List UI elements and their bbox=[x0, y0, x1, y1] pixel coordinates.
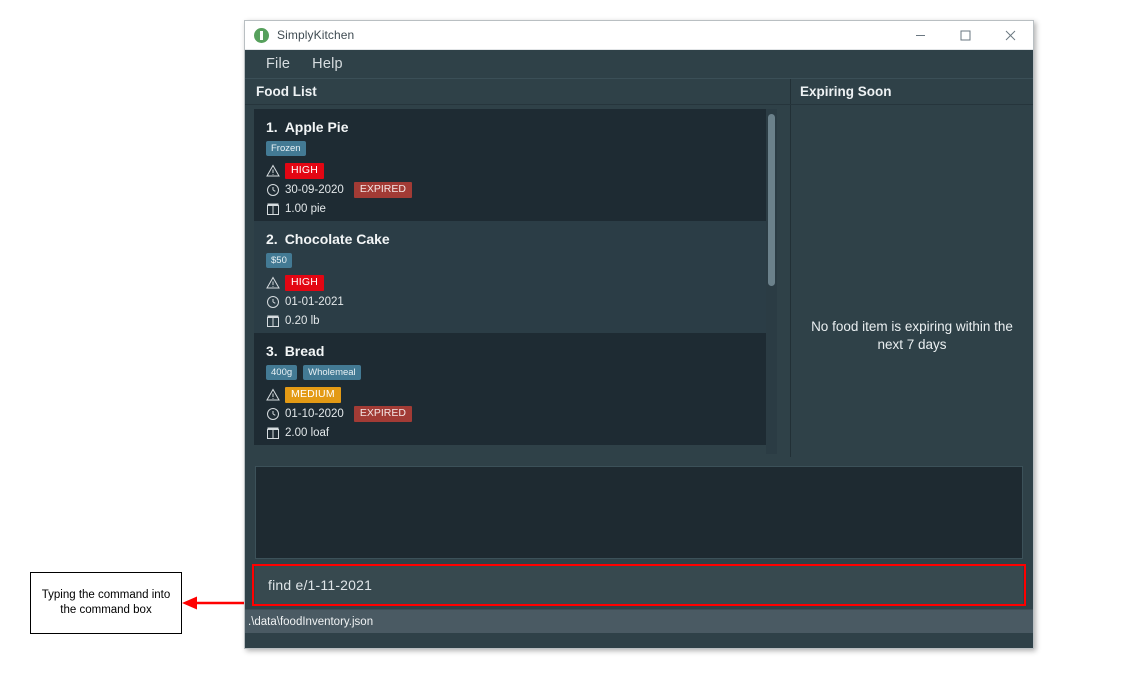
expiring-soon-empty-message: No food item is expiring within the next… bbox=[811, 318, 1013, 352]
panels-container: 1. Apple Pie Frozen HIGH 30-09-2020 EXPI… bbox=[245, 105, 1033, 457]
menu-item-help[interactable]: Help bbox=[303, 54, 352, 74]
food-item-index: 1. bbox=[266, 119, 278, 135]
warning-triangle-icon bbox=[266, 275, 280, 290]
app-logo-icon bbox=[254, 27, 269, 43]
tag: Wholemeal bbox=[303, 365, 361, 380]
food-item-index: 2. bbox=[266, 231, 278, 247]
food-item-date-row: 30-09-2020 EXPIRED bbox=[266, 181, 764, 198]
minimize-icon[interactable] bbox=[898, 21, 943, 49]
tag: 400g bbox=[266, 365, 298, 380]
tag: Frozen bbox=[266, 141, 306, 156]
food-list-panel: 1. Apple Pie Frozen HIGH 30-09-2020 EXPI… bbox=[245, 105, 791, 457]
quantity-value: 2.00 loaf bbox=[285, 426, 330, 439]
expiring-soon-header: Expiring Soon bbox=[800, 84, 892, 99]
food-item-name: Chocolate Cake bbox=[284, 231, 390, 247]
priority-badge: HIGH bbox=[285, 162, 325, 179]
close-icon[interactable] bbox=[988, 21, 1033, 49]
expiry-date: 01-10-2020 bbox=[285, 407, 344, 420]
result-display bbox=[255, 466, 1023, 559]
expiry-date: 01-01-2021 bbox=[285, 295, 344, 308]
panel-header-row: Food List Expiring Soon bbox=[245, 78, 1033, 105]
result-display-container bbox=[245, 457, 1033, 565]
menu-item-file[interactable]: File bbox=[257, 54, 299, 74]
status-bar: .\data\foodInventory.json bbox=[245, 609, 1033, 633]
quantity-value: 1.00 pie bbox=[285, 202, 326, 215]
food-item-title: 3. Bread bbox=[266, 343, 764, 359]
command-box-container: find e/1-11-2021 bbox=[245, 564, 1033, 609]
box-icon bbox=[266, 202, 280, 216]
list-item[interactable]: 1. Apple Pie Frozen HIGH 30-09-2020 EXPI… bbox=[254, 109, 776, 221]
expired-badge: EXPIRED bbox=[353, 181, 412, 198]
food-item-tags: $50 bbox=[266, 253, 764, 268]
annotation-arrow bbox=[182, 596, 246, 610]
box-icon bbox=[266, 426, 280, 440]
food-item-priority-row: HIGH bbox=[266, 274, 764, 291]
food-item-quantity-row: 0.20 lb bbox=[266, 312, 764, 329]
warning-triangle-icon bbox=[266, 387, 280, 402]
application-window: SimplyKitchen File Help Food List Expiri… bbox=[244, 20, 1034, 649]
list-item[interactable]: 2. Chocolate Cake $50 HIGH 01-01-2021 0.… bbox=[254, 221, 776, 333]
food-item-title: 2. Chocolate Cake bbox=[266, 231, 764, 247]
food-list-header: Food List bbox=[245, 79, 791, 104]
annotation-text: Typing the command into the command box bbox=[41, 589, 171, 616]
quantity-value: 0.20 lb bbox=[285, 314, 320, 327]
food-item-date-row: 01-10-2020 EXPIRED bbox=[266, 405, 764, 422]
warning-triangle-icon bbox=[266, 163, 280, 178]
annotation-callout: Typing the command into the command box bbox=[30, 572, 182, 634]
priority-badge: MEDIUM bbox=[285, 386, 341, 403]
title-bar: SimplyKitchen bbox=[245, 21, 1033, 50]
list-item[interactable]: 3. Bread 400g Wholemeal MEDIUM 01-10-202… bbox=[254, 333, 776, 445]
food-item-priority-row: HIGH bbox=[266, 162, 764, 179]
food-list-scrollbar[interactable] bbox=[766, 109, 777, 454]
expired-badge: EXPIRED bbox=[353, 405, 412, 422]
food-item-name: Bread bbox=[284, 343, 325, 359]
food-item-quantity-row: 2.00 loaf bbox=[266, 424, 764, 441]
food-item-index: 3. bbox=[266, 343, 278, 359]
scrollbar-thumb[interactable] bbox=[768, 114, 775, 286]
food-item-title: 1. Apple Pie bbox=[266, 119, 764, 135]
food-item-tags: 400g Wholemeal bbox=[266, 365, 764, 380]
window-title: SimplyKitchen bbox=[277, 28, 355, 42]
menu-bar: File Help bbox=[245, 50, 1033, 78]
command-input[interactable]: find e/1-11-2021 bbox=[255, 566, 1023, 606]
clock-icon bbox=[266, 295, 280, 309]
food-item-tags: Frozen bbox=[266, 141, 764, 156]
maximize-icon[interactable] bbox=[943, 21, 988, 49]
food-item-name: Apple Pie bbox=[284, 119, 349, 135]
food-item-priority-row: MEDIUM bbox=[266, 386, 764, 403]
box-icon bbox=[266, 314, 280, 328]
priority-badge: HIGH bbox=[285, 274, 325, 291]
tag: $50 bbox=[266, 253, 292, 268]
food-item-quantity-row: 1.00 pie bbox=[266, 200, 764, 217]
window-controls bbox=[898, 21, 1033, 49]
expiring-soon-panel: No food item is expiring within the next… bbox=[791, 105, 1033, 457]
clock-icon bbox=[266, 407, 280, 421]
food-item-date-row: 01-01-2021 bbox=[266, 293, 764, 310]
expiry-date: 30-09-2020 bbox=[285, 183, 344, 196]
clock-icon bbox=[266, 183, 280, 197]
status-bar-file-path: .\data\foodInventory.json bbox=[248, 615, 374, 628]
food-list[interactable]: 1. Apple Pie Frozen HIGH 30-09-2020 EXPI… bbox=[254, 109, 776, 454]
